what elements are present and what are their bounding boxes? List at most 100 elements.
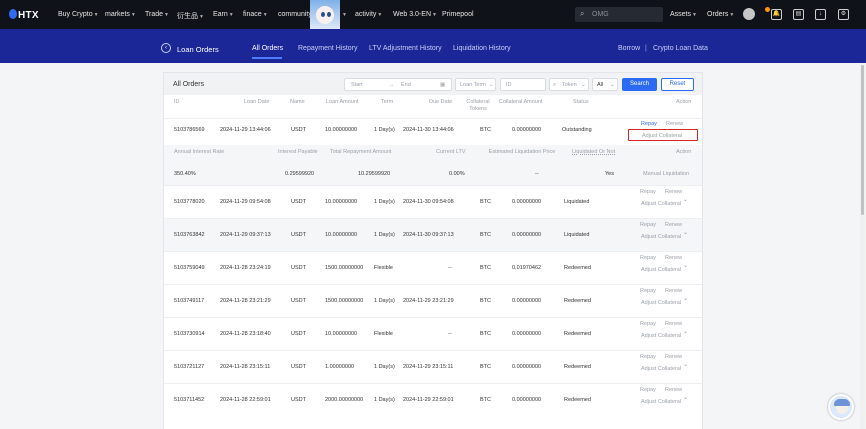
tab-repayment-history[interactable]: Repayment History <box>298 45 358 52</box>
adjust-collateral-link[interactable]: Adjust Collateral <box>641 300 681 306</box>
renew-link[interactable]: Renew <box>665 222 682 228</box>
repay-link[interactable]: Repay <box>641 121 657 127</box>
nav-buy-crypto[interactable]: Buy Crypto▼ <box>58 11 99 18</box>
renew-link[interactable]: Renew <box>665 321 682 327</box>
nav-earn[interactable]: Earn▼ <box>213 11 234 18</box>
nav-orders[interactable]: Orders▼ <box>707 11 734 18</box>
id-input[interactable]: ID <box>500 78 546 91</box>
reset-button[interactable]: Reset <box>661 78 694 91</box>
cell-id: 5103730914 <box>174 331 205 337</box>
support-avatar-button[interactable] <box>828 394 854 420</box>
repay-link[interactable]: Repay <box>640 255 656 261</box>
nav-finance[interactable]: finace▼ <box>243 11 268 18</box>
tab-all-orders[interactable]: All Orders <box>252 45 283 52</box>
notification-icon[interactable]: 🔔 <box>771 9 782 20</box>
cell-id: 5103763842 <box>174 232 205 238</box>
col-header-loan-date: Loan Date <box>244 99 270 105</box>
nav-web3[interactable]: Web 3.0-EN▼ <box>393 11 437 18</box>
download-icon[interactable]: ↓ <box>815 9 826 20</box>
nav-community[interactable]: community <box>278 11 312 18</box>
adjust-collateral-link[interactable]: Adjust Collateral <box>641 267 681 273</box>
repay-link[interactable]: Repay <box>640 189 656 195</box>
cell-collateral-amount: 0.00000000 <box>512 298 542 304</box>
repay-link[interactable]: Repay <box>640 288 656 294</box>
borrow-link[interactable]: Borrow <box>618 45 640 52</box>
top-nav: HTX Buy Crypto▼ markets▼ Trade▼ 衍生品▼ Ear… <box>0 0 866 29</box>
col-header-id: ID <box>174 99 180 105</box>
chevron-down-icon: ▼ <box>164 12 169 18</box>
search-icon: ⌕ <box>580 9 585 18</box>
date-range-picker[interactable]: Start → End ▦ <box>344 78 452 91</box>
search-input[interactable]: ⌕ OMG <box>575 7 663 22</box>
renew-link[interactable]: Renew <box>665 189 682 195</box>
adjust-collateral-link[interactable]: Adjust Collateral <box>641 399 681 405</box>
token-select[interactable]: ⌕ Token ⌄ <box>549 78 589 91</box>
chevron-down-icon[interactable]: ⌄ <box>683 229 688 236</box>
tab-ltv-adjustment-history[interactable]: LTV Adjustment History <box>369 45 442 52</box>
chevron-down-icon: ▼ <box>377 12 383 18</box>
chevron-down-icon[interactable]: ⌄ <box>683 361 688 368</box>
cell-status: Redeemed <box>564 265 591 271</box>
chevron-down-icon[interactable]: ⌄ <box>683 196 688 203</box>
cell-loan-date: 2024-11-28 23:18:40 <box>220 331 271 337</box>
nav-derivatives[interactable]: 衍生品▼ <box>177 11 204 21</box>
repay-link[interactable]: Repay <box>640 222 656 228</box>
crypto-loan-data-link[interactable]: Crypto Loan Data <box>653 45 708 52</box>
search-icon: ⌕ <box>553 82 557 88</box>
cell-loan-amount: 1.00000000 <box>325 364 355 370</box>
back-arrow-icon[interactable]: ‹ <box>161 43 171 53</box>
cell-name: USDT <box>291 298 306 304</box>
orders-panel: All Orders Start → End ▦ Loan Term ⌄ ID … <box>163 72 703 429</box>
cell-due-date: -- <box>448 265 452 271</box>
detail-total-repayment: 10.29599920 <box>358 171 391 177</box>
cell-name: USDT <box>291 265 306 271</box>
message-icon[interactable]: ▤ <box>793 9 804 20</box>
nav-activity[interactable]: activity▼ <box>355 11 382 18</box>
renew-link[interactable]: Renew <box>665 387 682 393</box>
chevron-down-icon: ⌄ <box>610 82 615 88</box>
repay-link[interactable]: Repay <box>640 354 656 360</box>
scrollbar-thumb[interactable] <box>861 65 864 215</box>
detail-annual-rate: 350.40% <box>174 171 196 177</box>
renew-link[interactable]: Renew <box>666 121 683 127</box>
renew-link[interactable]: Renew <box>665 255 682 261</box>
manual-liquidation-link[interactable]: Manual Liquidation <box>643 171 689 177</box>
chevron-down-icon: ▼ <box>262 12 268 18</box>
repay-link[interactable]: Repay <box>640 321 656 327</box>
status-select[interactable]: All ⌄ <box>592 78 618 91</box>
col-header-action: Action <box>676 99 692 105</box>
nav-trade[interactable]: Trade▼ <box>145 11 169 18</box>
settings-icon[interactable]: ⚙ <box>838 9 849 20</box>
detail-current-ltv: 0.00% <box>449 171 465 177</box>
notification-badge <box>765 7 770 12</box>
flame-icon <box>9 9 17 19</box>
detail-header-liquidated[interactable]: Liquidated Or Not <box>572 149 615 155</box>
chevron-down-icon[interactable]: ⌄ <box>683 394 688 401</box>
adjust-collateral-link[interactable]: Adjust Collateral <box>641 333 681 339</box>
cell-collateral-token: BTC <box>480 265 491 271</box>
col-header-collateral-tokens: Collateral Tokens <box>466 99 490 112</box>
adjust-collateral-link[interactable]: Adjust Collateral <box>641 201 681 207</box>
cell-collateral-amount: 0.00000000 <box>512 199 542 205</box>
loan-term-select[interactable]: Loan Term ⌄ <box>455 78 496 91</box>
search-button[interactable]: Search <box>622 78 657 91</box>
adjust-collateral-link[interactable]: Adjust Collateral <box>641 234 681 240</box>
nav-primepool[interactable]: Primepool <box>442 11 474 18</box>
page-scrollbar[interactable] <box>860 63 865 429</box>
tab-liquidation-history[interactable]: Liquidation History <box>453 45 511 52</box>
nav-markets[interactable]: markets▼ <box>105 11 136 18</box>
renew-link[interactable]: Renew <box>665 354 682 360</box>
repay-link[interactable]: Repay <box>640 387 656 393</box>
adjust-collateral-link[interactable]: Adjust Collateral <box>641 366 681 372</box>
chevron-down-icon[interactable]: ⌄ <box>683 328 688 335</box>
cell-loan-amount: 10.00000000 <box>325 331 358 337</box>
chevron-down-icon[interactable]: ⌄ <box>683 295 688 302</box>
nav-assets[interactable]: Assets▼ <box>670 11 697 18</box>
htx-logo[interactable]: HTX <box>9 9 39 21</box>
user-avatar[interactable] <box>743 8 755 20</box>
col-header-status: Status <box>573 99 589 105</box>
page-title: Loan Orders <box>177 45 219 54</box>
renew-link[interactable]: Renew <box>665 288 682 294</box>
chevron-down-icon[interactable]: ⌄ <box>683 262 688 269</box>
cell-due-date: 2024-11-29 23:15:11 <box>403 364 454 370</box>
